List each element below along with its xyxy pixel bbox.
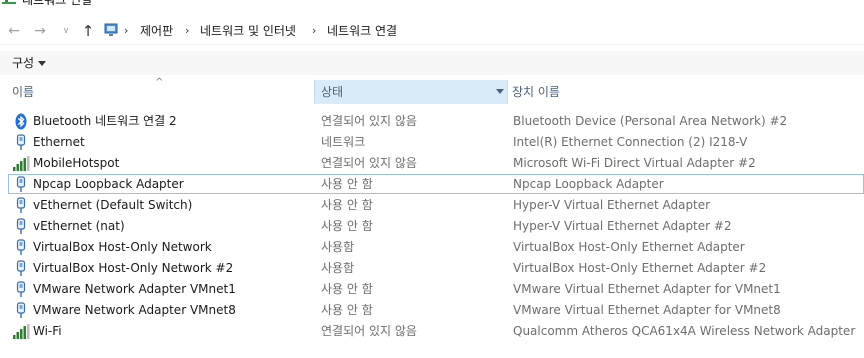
command-bar: 구성 bbox=[0, 51, 864, 75]
column-headers: ^ 이름 상태 장치 이름 bbox=[0, 77, 864, 104]
breadcrumb-separator-icon[interactable]: › bbox=[124, 21, 128, 41]
network-connections-icon bbox=[2, 0, 16, 4]
connection-row[interactable]: vEthernet (nat) 사용 안 함 Hyper-V Virtual Eth… bbox=[0, 216, 864, 237]
connection-name: Wi-Fi bbox=[33, 324, 62, 338]
connection-device-name: Hyper-V Virtual Ethernet Adapter bbox=[513, 198, 711, 212]
connection-status: 연결되어 있지 않음 bbox=[321, 324, 417, 338]
connection-status: 연결되어 있지 않음 bbox=[321, 156, 417, 170]
recent-locations-chevron-icon[interactable]: ∨ bbox=[56, 21, 76, 41]
connection-device-name: Hyper-V Virtual Ethernet Adapter #2 bbox=[513, 219, 732, 233]
connection-device-name: Qualcomm Atheros QCA61x4A Wireless Netwo… bbox=[513, 324, 856, 338]
connection-device-name: Intel(R) Ethernet Connection (2) I218-V bbox=[513, 135, 748, 149]
connection-row[interactable]: Npcap Loopback Adapter 사용 안 함 Npcap Loopba… bbox=[0, 174, 864, 195]
connection-name: VMware Network Adapter VMnet1 bbox=[33, 282, 236, 296]
connection-name: Bluetooth 네트워크 연결 2 bbox=[33, 114, 177, 128]
connection-row[interactable]: VMware Network Adapter VMnet1 사용 안 함 VMwar… bbox=[0, 279, 864, 300]
connection-row[interactable]: Wi-Fi 연결되어 있지 않음 Qualcomm Atheros QCA61x4A… bbox=[0, 321, 864, 342]
connection-name: vEthernet (Default Switch) bbox=[33, 198, 193, 212]
column-filter-chevron-icon[interactable] bbox=[496, 89, 504, 94]
connection-device-name: Npcap Loopback Adapter bbox=[513, 177, 664, 191]
connection-row[interactable]: VirtualBox Host-Only Network #2 사용함 Virtua… bbox=[0, 258, 864, 279]
connection-row[interactable]: Ethernet 네트워크 Intel(R) Ethernet Connection… bbox=[0, 132, 864, 153]
connection-name: VMware Network Adapter VMnet8 bbox=[33, 303, 236, 317]
connection-status: 사용함 bbox=[321, 240, 355, 254]
divider bbox=[0, 44, 864, 45]
breadcrumb-separator-icon[interactable]: › bbox=[185, 21, 189, 41]
connection-name: VirtualBox Host-Only Network bbox=[33, 240, 212, 254]
column-header-status-label: 상태 bbox=[321, 85, 344, 99]
breadcrumb-separator-icon[interactable]: › bbox=[312, 21, 316, 41]
connection-device-name: Bluetooth Device (Personal Area Network)… bbox=[513, 114, 788, 128]
column-header-name[interactable]: 이름 bbox=[12, 80, 34, 104]
connection-name: vEthernet (nat) bbox=[33, 219, 125, 233]
connection-device-name: VirtualBox Host-Only Ethernet Adapter #2 bbox=[513, 261, 767, 275]
dropdown-caret-icon bbox=[38, 61, 47, 66]
connection-status: 사용 안 함 bbox=[321, 219, 373, 233]
back-arrow-icon[interactable]: ← bbox=[4, 21, 24, 41]
sort-ascending-icon: ^ bbox=[155, 77, 164, 88]
connection-row[interactable]: MobileHotspot 연결되어 있지 않음 Microsoft Wi-Fi D… bbox=[0, 153, 864, 174]
connection-row[interactable]: VirtualBox Host-Only Network 사용함 VirtualBo… bbox=[0, 237, 864, 258]
connection-status: 연결되어 있지 않음 bbox=[321, 114, 417, 128]
forward-arrow-icon[interactable]: → bbox=[30, 21, 50, 41]
connection-row[interactable]: vEthernet (Default Switch) 사용 안 함 Hyper-V … bbox=[0, 195, 864, 216]
window-title: 네트워크 연결 bbox=[22, 0, 93, 7]
up-arrow-icon[interactable]: ↑ bbox=[78, 21, 98, 41]
connection-status: 사용 안 함 bbox=[321, 198, 373, 212]
organize-label: 구성 bbox=[12, 56, 35, 70]
connection-name: Ethernet bbox=[33, 135, 85, 149]
connection-device-name: VMware Virtual Ethernet Adapter for VMne… bbox=[513, 282, 781, 296]
connection-device-name: VirtualBox Host-Only Ethernet Adapter bbox=[513, 240, 745, 254]
navigation-bar: ← → ∨ ↑ › 제어판 › 네트워크 및 인터넷 › 네트워크 연결 bbox=[0, 19, 864, 43]
column-header-status[interactable]: 상태 bbox=[314, 80, 508, 104]
connection-device-name: VMware Virtual Ethernet Adapter for VMne… bbox=[513, 303, 781, 317]
control-panel-icon bbox=[104, 23, 118, 36]
breadcrumb-control-panel[interactable]: 제어판 bbox=[140, 21, 173, 41]
organize-button[interactable]: 구성 bbox=[12, 54, 47, 71]
connection-status: 네트워크 bbox=[321, 135, 366, 149]
connection-status: 사용 안 함 bbox=[321, 177, 373, 191]
column-header-device[interactable]: 장치 이름 bbox=[512, 80, 560, 104]
breadcrumb-network-internet[interactable]: 네트워크 및 인터넷 bbox=[200, 21, 296, 41]
connection-status: 사용함 bbox=[321, 261, 355, 275]
window-titlebar: 네트워크 연결 bbox=[0, 0, 864, 7]
connection-device-name: Microsoft Wi-Fi Direct Virtual Adapter #… bbox=[513, 156, 756, 170]
connection-name: VirtualBox Host-Only Network #2 bbox=[33, 261, 234, 275]
breadcrumb-network-connections[interactable]: 네트워크 연결 bbox=[327, 21, 397, 41]
connection-name: MobileHotspot bbox=[33, 156, 120, 170]
connection-name: Npcap Loopback Adapter bbox=[33, 177, 184, 191]
connection-row[interactable]: Bluetooth 네트워크 연결 2 연결되어 있지 않음 Bluetooth D… bbox=[0, 111, 864, 132]
connection-status: 사용 안 함 bbox=[321, 282, 373, 296]
connection-status: 사용 안 함 bbox=[321, 303, 373, 317]
connection-row[interactable]: VMware Network Adapter VMnet8 사용 안 함 VMwar… bbox=[0, 300, 864, 321]
